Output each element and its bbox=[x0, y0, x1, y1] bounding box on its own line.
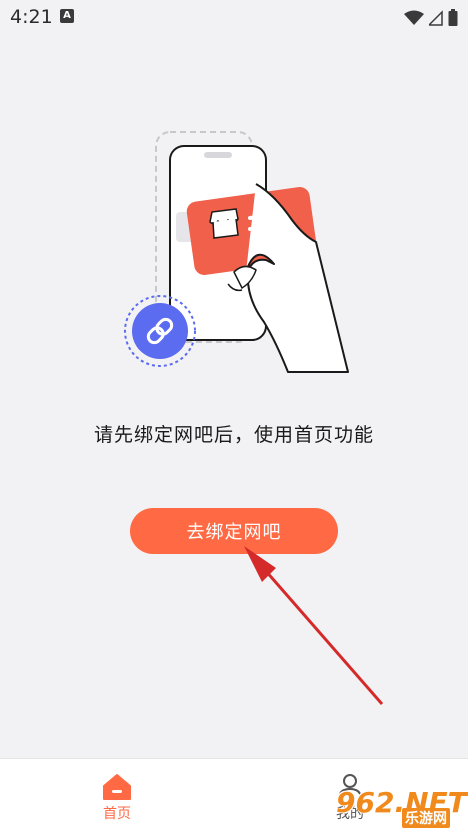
watermark-sub: 乐游网 bbox=[402, 808, 450, 828]
status-time: 4:21 bbox=[10, 6, 53, 28]
tab-home-label: 首页 bbox=[103, 806, 131, 822]
status-indicators bbox=[403, 7, 458, 27]
app-notification-icon: A bbox=[60, 9, 74, 23]
battery-icon bbox=[448, 8, 458, 26]
bind-prompt-text: 请先绑定网吧后，使用首页功能 bbox=[93, 424, 374, 446]
go-bind-button[interactable]: 去绑定网吧 bbox=[130, 508, 338, 554]
signal-icon bbox=[428, 9, 443, 26]
tab-home[interactable]: 首页 bbox=[57, 759, 177, 834]
status-bar: 4:21 A bbox=[0, 0, 468, 34]
bind-illustration bbox=[124, 131, 349, 373]
site-watermark: 962.NET 乐游网 bbox=[332, 786, 467, 828]
home-icon bbox=[103, 774, 131, 800]
wifi-icon bbox=[403, 10, 424, 25]
